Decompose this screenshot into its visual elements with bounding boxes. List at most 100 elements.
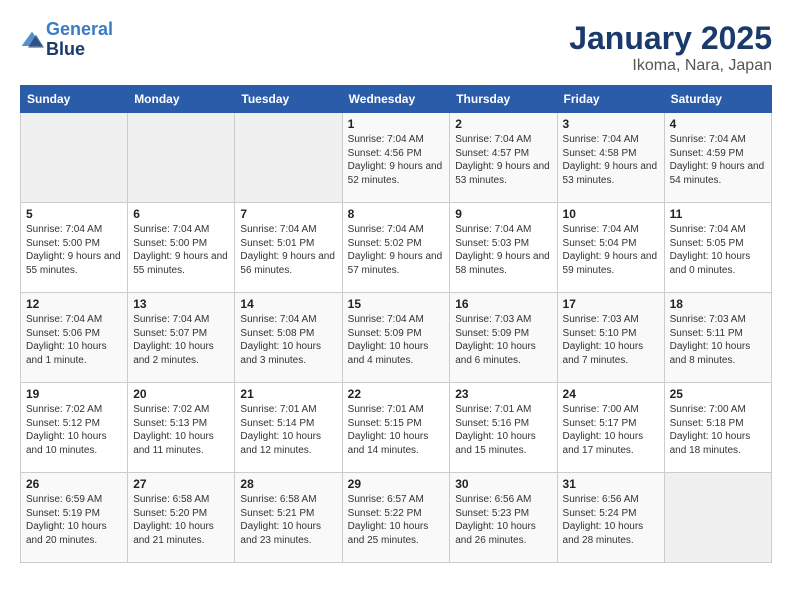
day-cell: 28 Sunrise: 6:58 AMSunset: 5:21 PMDayligh… [235,473,342,563]
day-number: 2 [455,117,551,131]
day-number: 18 [670,297,766,311]
day-number: 12 [26,297,122,311]
day-info: Sunrise: 7:02 AMSunset: 5:13 PMDaylight:… [133,403,229,457]
day-number: 9 [455,207,551,221]
day-number: 21 [240,387,336,401]
day-cell: 19Sunrise: 7:02 AMSunset: 5:12 PMDayligh… [21,383,128,473]
day-number: 5 [26,207,122,221]
day-info: Sunrise: 6:56 AMSunset: 5:24 PMDaylight:… [563,493,659,547]
weekday-sunday: Sunday [21,86,128,113]
day-number: 11 [670,207,766,221]
day-number: 23 [455,387,551,401]
week-row-4: 19Sunrise: 7:02 AMSunset: 5:12 PMDayligh… [21,383,772,473]
day-cell: 17Sunrise: 7:03 AMSunset: 5:10 PMDayligh… [557,293,664,383]
day-info: Sunrise: 7:04 AMSunset: 5:06 PMDaylight:… [26,313,122,367]
day-number: 15 [348,297,445,311]
location-title: Ikoma, Nara, Japan [569,57,772,75]
day-cell [235,113,342,203]
day-info: Sunrise: 7:00 AMSunset: 5:17 PMDaylight:… [563,403,659,457]
day-cell: 27Sunrise: 6:58 AMSunset: 5:20 PMDayligh… [128,473,235,563]
day-info: Sunrise: 7:04 AMSunset: 5:00 PMDaylight:… [26,223,122,277]
day-cell: 22 Sunrise: 7:01 AMSunset: 5:15 PMDayligh… [342,383,450,473]
day-info: Sunrise: 7:04 AMSunset: 4:58 PMDaylight:… [563,133,659,187]
day-number: 16 [455,297,551,311]
day-cell [664,473,771,563]
day-info: Sunrise: 7:03 AMSunset: 5:11 PMDaylight:… [670,313,766,367]
day-cell: 23 Sunrise: 7:01 AMSunset: 5:16 PMDayligh… [450,383,557,473]
month-title: January 2025 [569,20,772,57]
weekday-thursday: Thursday [450,86,557,113]
logo: GeneralBlue [20,20,113,60]
day-info: Sunrise: 7:04 AMSunset: 4:56 PMDaylight:… [348,133,445,187]
day-number: 19 [26,387,122,401]
day-cell: 30Sunrise: 6:56 AMSunset: 5:23 PMDayligh… [450,473,557,563]
day-cell: 10Sunrise: 7:04 AMSunset: 5:04 PMDayligh… [557,203,664,293]
day-number: 28 [240,477,336,491]
day-number: 31 [563,477,659,491]
day-info: Sunrise: 7:01 AMSunset: 5:15 PMDaylight:… [348,403,445,457]
day-info: Sunrise: 6:58 AMSunset: 5:21 PMDaylight:… [240,493,336,547]
day-info: Sunrise: 7:04 AMSunset: 5:08 PMDaylight:… [240,313,336,367]
day-number: 30 [455,477,551,491]
day-info: Sunrise: 6:57 AMSunset: 5:22 PMDaylight:… [348,493,445,547]
day-cell: 29 Sunrise: 6:57 AMSunset: 5:22 PMDayligh… [342,473,450,563]
weekday-monday: Monday [128,86,235,113]
day-cell: 25 Sunrise: 7:00 AMSunset: 5:18 PMDayligh… [664,383,771,473]
day-cell: 18 Sunrise: 7:03 AMSunset: 5:11 PMDayligh… [664,293,771,383]
day-number: 7 [240,207,336,221]
day-cell: 1 Sunrise: 7:04 AMSunset: 4:56 PMDaylight… [342,113,450,203]
day-cell: 6Sunrise: 7:04 AMSunset: 5:00 PMDaylight… [128,203,235,293]
calendar-body: 1 Sunrise: 7:04 AMSunset: 4:56 PMDaylight… [21,113,772,563]
day-cell: 24Sunrise: 7:00 AMSunset: 5:17 PMDayligh… [557,383,664,473]
day-info: Sunrise: 7:01 AMSunset: 5:16 PMDaylight:… [455,403,551,457]
day-number: 27 [133,477,229,491]
day-number: 3 [563,117,659,131]
day-number: 25 [670,387,766,401]
day-cell: 5 Sunrise: 7:04 AMSunset: 5:00 PMDaylight… [21,203,128,293]
day-cell: 20Sunrise: 7:02 AMSunset: 5:13 PMDayligh… [128,383,235,473]
day-cell [128,113,235,203]
logo-icon [20,30,44,50]
day-cell: 16Sunrise: 7:03 AMSunset: 5:09 PMDayligh… [450,293,557,383]
day-number: 8 [348,207,445,221]
day-number: 1 [348,117,445,131]
weekday-wednesday: Wednesday [342,86,450,113]
weekday-friday: Friday [557,86,664,113]
day-cell: 11Sunrise: 7:04 AMSunset: 5:05 PMDayligh… [664,203,771,293]
day-info: Sunrise: 6:59 AMSunset: 5:19 PMDaylight:… [26,493,122,547]
week-row-3: 12 Sunrise: 7:04 AMSunset: 5:06 PMDayligh… [21,293,772,383]
day-info: Sunrise: 7:04 AMSunset: 5:09 PMDaylight:… [348,313,445,367]
day-info: Sunrise: 7:04 AMSunset: 5:07 PMDaylight:… [133,313,229,367]
week-row-2: 5 Sunrise: 7:04 AMSunset: 5:00 PMDaylight… [21,203,772,293]
day-info: Sunrise: 7:04 AMSunset: 5:00 PMDaylight:… [133,223,229,277]
day-cell: 21Sunrise: 7:01 AMSunset: 5:14 PMDayligh… [235,383,342,473]
calendar-table: SundayMondayTuesdayWednesdayThursdayFrid… [20,85,772,563]
weekday-tuesday: Tuesday [235,86,342,113]
day-number: 10 [563,207,659,221]
day-number: 14 [240,297,336,311]
day-info: Sunrise: 7:00 AMSunset: 5:18 PMDaylight:… [670,403,766,457]
day-info: Sunrise: 7:04 AMSunset: 4:59 PMDaylight:… [670,133,766,187]
day-cell: 15 Sunrise: 7:04 AMSunset: 5:09 PMDayligh… [342,293,450,383]
day-cell: 2 Sunrise: 7:04 AMSunset: 4:57 PMDaylight… [450,113,557,203]
day-cell: 14 Sunrise: 7:04 AMSunset: 5:08 PMDayligh… [235,293,342,383]
day-info: Sunrise: 7:04 AMSunset: 5:02 PMDaylight:… [348,223,445,277]
day-cell: 4 Sunrise: 7:04 AMSunset: 4:59 PMDaylight… [664,113,771,203]
day-number: 29 [348,477,445,491]
day-cell: 9 Sunrise: 7:04 AMSunset: 5:03 PMDaylight… [450,203,557,293]
day-cell: 31 Sunrise: 6:56 AMSunset: 5:24 PMDayligh… [557,473,664,563]
day-cell: 7Sunrise: 7:04 AMSunset: 5:01 PMDaylight… [235,203,342,293]
page-header: GeneralBlue January 2025 Ikoma, Nara, Ja… [20,20,772,75]
day-cell: 12 Sunrise: 7:04 AMSunset: 5:06 PMDayligh… [21,293,128,383]
day-info: Sunrise: 7:04 AMSunset: 5:03 PMDaylight:… [455,223,551,277]
day-cell: 26Sunrise: 6:59 AMSunset: 5:19 PMDayligh… [21,473,128,563]
logo-text: GeneralBlue [46,20,113,60]
day-info: Sunrise: 7:03 AMSunset: 5:10 PMDaylight:… [563,313,659,367]
day-number: 13 [133,297,229,311]
title-block: January 2025 Ikoma, Nara, Japan [569,20,772,75]
weekday-header-row: SundayMondayTuesdayWednesdayThursdayFrid… [21,86,772,113]
day-number: 22 [348,387,445,401]
day-info: Sunrise: 7:04 AMSunset: 4:57 PMDaylight:… [455,133,551,187]
day-number: 4 [670,117,766,131]
day-cell: 13 Sunrise: 7:04 AMSunset: 5:07 PMDayligh… [128,293,235,383]
